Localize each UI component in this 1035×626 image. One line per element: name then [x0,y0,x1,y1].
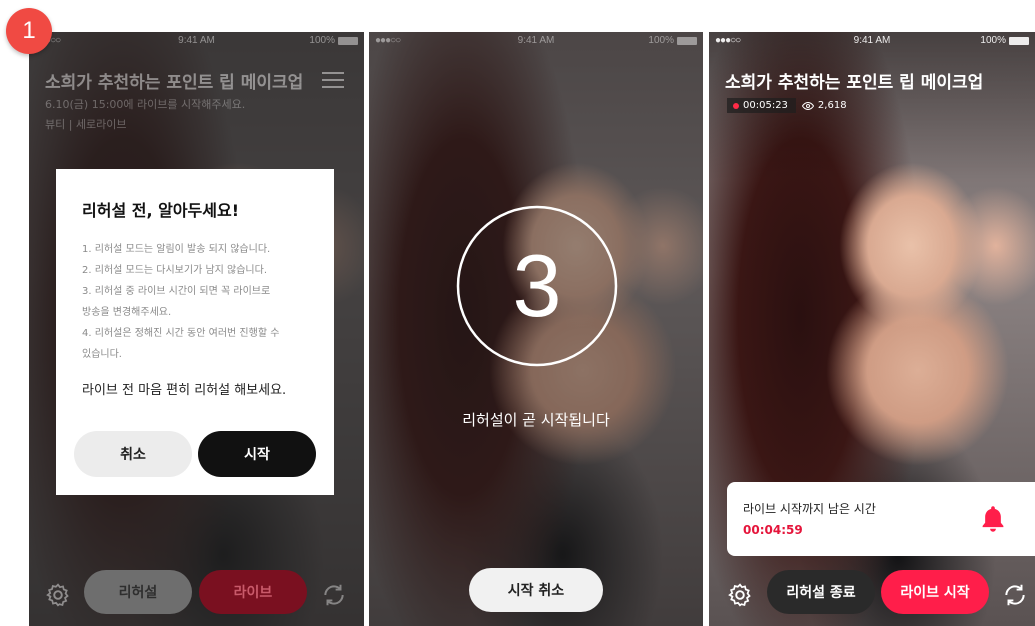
end-rehearsal-button[interactable]: 리허설 종료 [767,570,875,614]
broadcast-title: 소희가 추천하는 포인트 립 메이크업 [725,73,984,93]
viewer-count: 2,618 [801,100,847,111]
notice-line: 2. 리허설 모드는 다시보기가 남지 않습니다. [82,265,268,276]
toast-remaining-time: 00:04:59 [743,523,803,537]
camera-switch-icon[interactable] [1002,582,1028,608]
rehearsal-notice-dialog: 리허설 전, 알아두세요! 1. 리허설 모드는 알림이 발송 되지 않습니다.… [56,169,334,495]
step-badge: 1 [6,8,52,54]
status-bar: ●●●○○ 9:41 AM 100% [709,32,1035,50]
battery-percent: 100% [309,35,335,46]
countdown-number: 3 [512,236,562,335]
notice-line: 방송을 변경해주세요. [82,307,172,318]
broadcast-category: 뷰티 | 세로라이브 [45,118,127,131]
recording-dot-icon [733,102,739,109]
notice-line: 4. 리허설은 정해진 시간 동안 여러번 진행할 수 [82,328,280,339]
start-live-button[interactable]: 라이브 시작 [881,570,989,614]
dialog-notice-list: 1. 리허설 모드는 알림이 발송 되지 않습니다. 2. 리허설 모드는 다시… [82,239,308,365]
notice-line: 3. 리허설 중 라이브 시간이 되면 꼭 라이브로 [82,286,271,297]
phone-screen-countdown: ●●●○○ 9:41 AM 100% 3 리허설이 곧 시작됩니다 시작 취소 [369,32,703,626]
battery-icon [677,36,697,45]
settings-gear-icon[interactable] [45,582,71,608]
camera-switch-icon[interactable] [321,582,347,608]
elapsed-time-badge: 00:05:23 [727,98,796,113]
elapsed-time: 00:05:23 [743,100,788,111]
settings-gear-icon[interactable] [727,582,753,608]
broadcast-title: 소희가 추천하는 포인트 립 메이크업 [45,73,304,93]
cancel-start-button[interactable]: 시작 취소 [469,568,603,612]
status-bar: ●●●○○ 9:41 AM 100% [369,32,703,50]
bottom-bar: 리허설 종료 라이브 시작 [709,566,1035,626]
live-button[interactable]: 라이브 [199,570,307,614]
status-bar: ●●●○○ 9:41 AM 100% [29,32,364,50]
dialog-title: 리허설 전, 알아두세요! [82,201,239,220]
live-countdown-toast: 라이브 시작까지 남은 시간 00:04:59 [727,482,1035,556]
battery-percent: 100% [648,35,674,46]
toast-label: 라이브 시작까지 남은 시간 [743,502,876,516]
bell-icon [982,506,1004,532]
phone-screen-rehearsal-dialog: ●●●○○ 9:41 AM 100% 소희가 추천하는 포인트 립 메이크업 6… [29,32,364,626]
dialog-cancel-button[interactable]: 취소 [74,431,192,477]
bottom-bar: 리허설 라이브 [29,566,364,626]
dialog-closing-text: 라이브 전 마음 편히 리허설 해보세요. [82,383,287,398]
rehearsal-button[interactable]: 리허설 [84,570,192,614]
battery-percent: 100% [980,35,1006,46]
eye-icon [801,101,814,110]
battery-icon [1009,36,1029,45]
dialog-start-button[interactable]: 시작 [198,431,316,477]
countdown-message: 리허설이 곧 시작됩니다 [462,411,610,429]
menu-icon[interactable] [322,72,344,88]
battery-icon [338,36,358,45]
broadcast-schedule: 6.10(금) 15:00에 라이브를 시작해주세요. [45,98,246,111]
viewer-count-value: 2,618 [817,100,847,111]
notice-line: 있습니다. [82,349,122,360]
notice-line: 1. 리허설 모드는 알림이 발송 되지 않습니다. [82,244,271,255]
phone-screen-rehearsal-live: ●●●○○ 9:41 AM 100% 소희가 추천하는 포인트 립 메이크업 0… [709,32,1035,626]
